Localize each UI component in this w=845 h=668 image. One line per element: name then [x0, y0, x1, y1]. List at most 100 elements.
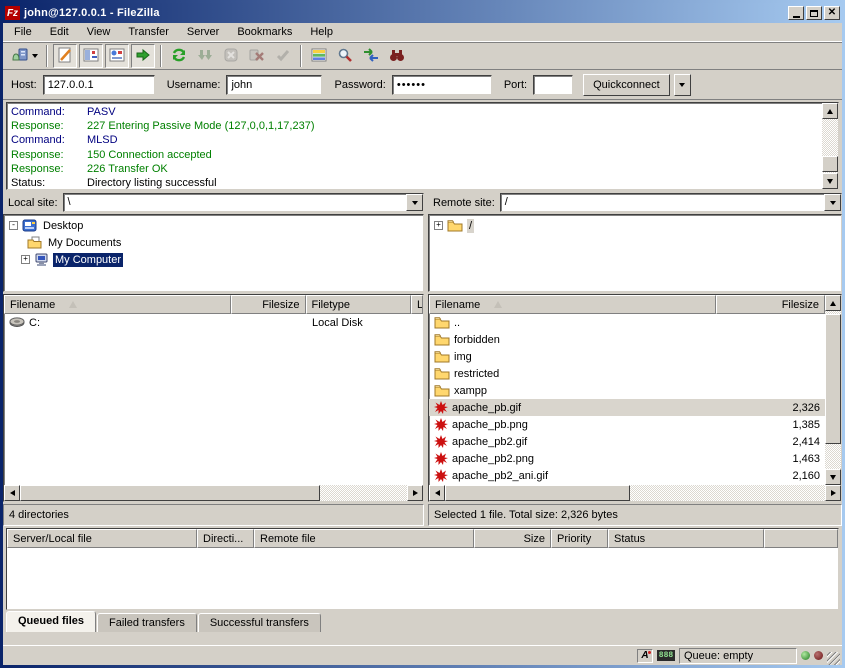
local-site-dropdown-button[interactable] [406, 194, 423, 211]
file-name: apache_pb2.png [452, 453, 534, 465]
scroll-up-button[interactable] [822, 103, 838, 119]
process-queue-button[interactable] [193, 44, 217, 68]
remote-file-row[interactable]: apache_pb2.gif 2,414 [429, 433, 825, 450]
directory-comparison-button[interactable] [307, 44, 331, 68]
menu-file[interactable]: File [5, 24, 41, 40]
speed-limit-indicator-icon[interactable]: 888 [657, 650, 675, 661]
column-header-priority[interactable]: Priority [551, 529, 608, 548]
scroll-left-button[interactable] [429, 485, 445, 501]
local-pane: Local site: \ - Desktop My Documents + [3, 192, 424, 526]
menu-server[interactable]: Server [178, 24, 228, 40]
column-header-filesize[interactable]: Filesize [231, 295, 306, 314]
synchronized-browsing-button[interactable] [359, 44, 383, 68]
remote-horizontal-scrollbar[interactable] [429, 485, 841, 501]
local-horizontal-scrollbar[interactable] [4, 485, 423, 501]
tree-item-label: Desktop [41, 219, 85, 233]
remote-file-row[interactable]: .. [429, 314, 825, 331]
scroll-right-button[interactable] [825, 485, 841, 501]
host-input[interactable] [43, 75, 155, 95]
menu-view[interactable]: View [78, 24, 120, 40]
log-vertical-scrollbar[interactable] [822, 103, 838, 189]
expand-icon[interactable]: + [21, 255, 30, 264]
quickconnect-dropdown-button[interactable] [674, 74, 691, 96]
menu-bookmarks[interactable]: Bookmarks [228, 24, 301, 40]
message-log-toggle-button[interactable] [53, 44, 77, 68]
resize-grip[interactable] [827, 652, 840, 665]
file-search-button[interactable] [333, 44, 357, 68]
username-input[interactable] [226, 75, 322, 95]
tree-item-root[interactable]: + / [434, 217, 840, 234]
port-input[interactable] [533, 75, 573, 95]
remote-list-header: Filename Filesize [429, 295, 841, 314]
menu-transfer[interactable]: Transfer [119, 24, 178, 40]
scrollbar-track[interactable] [20, 485, 407, 501]
site-manager-dropdown-icon [32, 54, 38, 58]
refresh-button[interactable] [167, 44, 191, 68]
remote-file-row-selected[interactable]: apache_pb.gif 2,326 [429, 399, 825, 416]
local-site-combobox[interactable]: \ [63, 193, 424, 212]
tree-item-my-documents[interactable]: My Documents [27, 234, 422, 251]
column-header-size[interactable]: Size [474, 529, 551, 548]
scrollbar-track[interactable] [445, 485, 825, 501]
column-header-lastmodified[interactable]: L [411, 295, 423, 314]
scroll-down-button[interactable] [825, 469, 841, 485]
tab-failed-transfers[interactable]: Failed transfers [97, 613, 197, 632]
remote-treeview-toggle-button[interactable] [105, 44, 129, 68]
scroll-left-button[interactable] [4, 485, 20, 501]
remote-file-row[interactable]: apache_pb.png 1,385 [429, 416, 825, 433]
menu-help[interactable]: Help [301, 24, 342, 40]
remote-file-row[interactable]: img [429, 348, 825, 365]
site-manager-button[interactable] [7, 44, 41, 68]
column-header-server-local-file[interactable]: Server/Local file [7, 529, 197, 548]
maximize-button[interactable] [806, 6, 822, 20]
menu-edit[interactable]: Edit [41, 24, 78, 40]
column-header-filename[interactable]: Filename [429, 295, 716, 314]
scrollbar-thumb[interactable] [445, 485, 630, 501]
scrollbar-track[interactable] [825, 311, 841, 469]
close-icon: ✕ [828, 8, 836, 18]
remote-file-row[interactable]: apache_pb2_ani.gif 2,160 [429, 467, 825, 484]
column-header-filename[interactable]: Filename [4, 295, 231, 314]
scrollbar-thumb[interactable] [20, 485, 320, 501]
transfer-type-indicator-icon[interactable]: A [637, 649, 653, 663]
queue-toggle-button[interactable] [131, 44, 155, 68]
remote-file-row[interactable]: restricted [429, 365, 825, 382]
password-input[interactable] [392, 75, 492, 95]
filename-filters-button[interactable] [385, 44, 409, 68]
close-button[interactable]: ✕ [824, 6, 840, 20]
cancel-button[interactable] [219, 44, 243, 68]
remote-vertical-scrollbar[interactable] [825, 295, 841, 485]
remote-file-row[interactable]: apache_pb2.png 1,463 [429, 450, 825, 467]
remote-file-row[interactable]: forbidden [429, 331, 825, 348]
reconnect-button[interactable] [271, 44, 295, 68]
expand-icon[interactable]: + [434, 221, 443, 230]
local-file-row[interactable]: C: Local Disk [4, 314, 423, 331]
column-header-status[interactable]: Status [608, 529, 764, 548]
quickconnect-button[interactable]: Quickconnect [583, 74, 670, 96]
scrollbar-thumb[interactable] [825, 314, 841, 444]
tree-item-desktop[interactable]: - Desktop [9, 217, 422, 234]
scroll-down-button[interactable] [822, 173, 838, 189]
local-treeview-toggle-button[interactable] [79, 44, 103, 68]
minimize-button[interactable] [788, 6, 804, 20]
queue-body[interactable] [7, 548, 838, 609]
remote-site-combobox[interactable]: / [500, 193, 842, 212]
remote-file-row[interactable]: xampp [429, 382, 825, 399]
column-header-filesize[interactable]: Filesize [716, 295, 825, 314]
collapse-icon[interactable]: - [9, 221, 18, 230]
tab-queued-files[interactable]: Queued files [6, 611, 96, 632]
column-header-remote-file[interactable]: Remote file [254, 529, 474, 548]
tab-successful-transfers[interactable]: Successful transfers [198, 613, 321, 632]
disconnect-button[interactable] [245, 44, 269, 68]
column-header-direction[interactable]: Directi... [197, 529, 254, 548]
quickconnect-bar: Host: Username: Password: Port: Quickcon… [3, 70, 842, 100]
scroll-up-button[interactable] [825, 295, 841, 311]
titlebar[interactable]: Fz john@127.0.0.1 - FileZilla ✕ [3, 3, 842, 23]
scrollbar-track[interactable] [822, 119, 838, 173]
tree-item-my-computer[interactable]: + My Computer [21, 251, 422, 268]
remote-directory-tree: + / [428, 214, 842, 292]
scrollbar-thumb[interactable] [822, 156, 838, 172]
scroll-right-button[interactable] [407, 485, 423, 501]
remote-site-dropdown-button[interactable] [824, 194, 841, 211]
column-header-filetype[interactable]: Filetype [306, 295, 412, 314]
